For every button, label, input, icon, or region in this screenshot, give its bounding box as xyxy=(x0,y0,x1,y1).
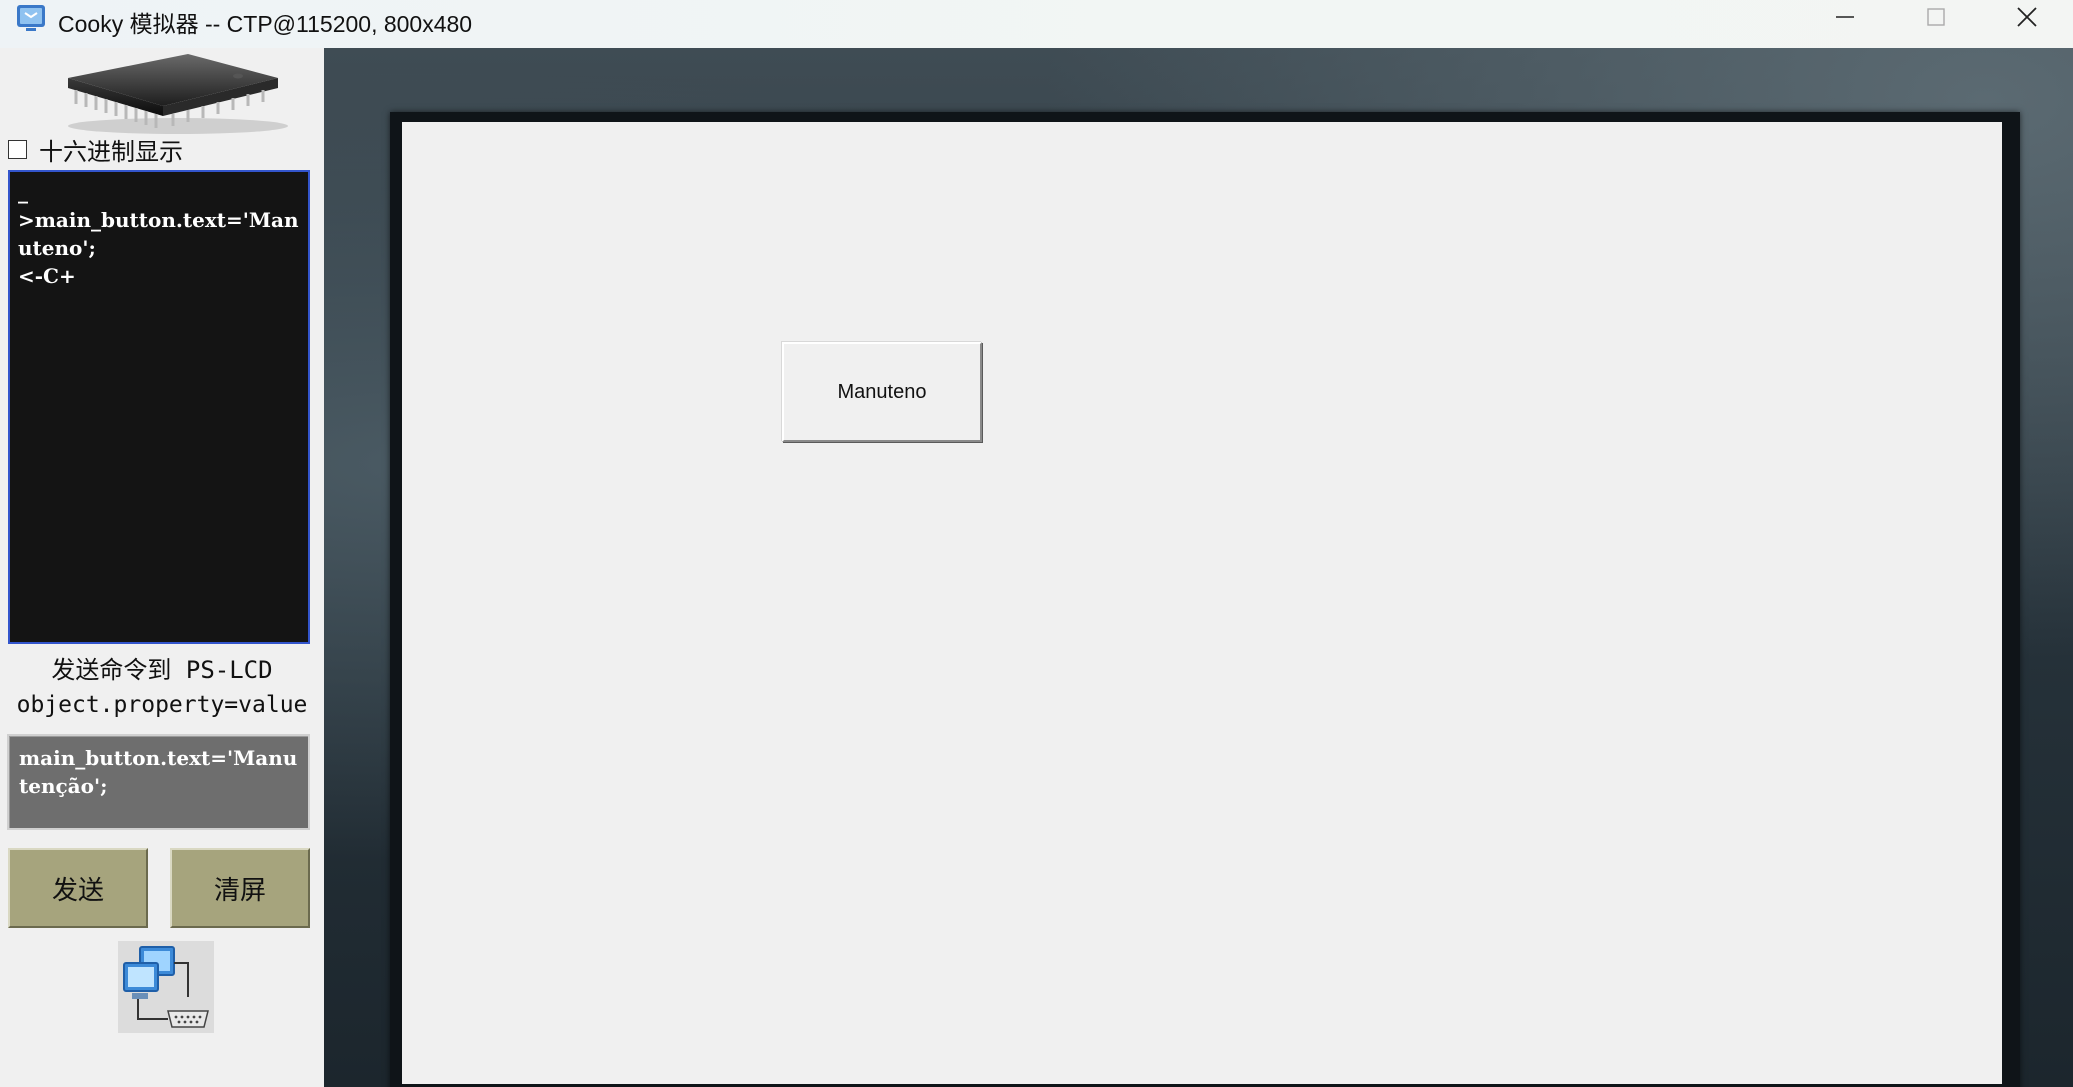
hex-display-checkbox[interactable] xyxy=(8,139,27,159)
syntax-hint: object.property=value xyxy=(16,692,308,718)
send-button[interactable]: 发送 xyxy=(8,848,148,928)
network-serial-connection-icon[interactable] xyxy=(118,941,214,1033)
maximize-icon xyxy=(1927,8,1945,26)
left-control-panel: 十六进制显示 _ >main_button.text='Manuteno'; <… xyxy=(0,48,324,1087)
minimize-button[interactable] xyxy=(1800,0,1890,34)
close-icon xyxy=(2017,7,2037,27)
window-title: Cooky 模拟器 -- CTP@115200, 800x480 xyxy=(58,11,473,37)
minimize-icon xyxy=(1836,16,1854,18)
hex-display-option[interactable]: 十六进制显示 xyxy=(8,134,183,166)
send-command-caption: 发送命令到 PS-LCD xyxy=(51,656,273,684)
title-bar: Cooky 模拟器 -- CTP@115200, 800x480 xyxy=(0,0,2073,48)
app-icon xyxy=(17,5,45,31)
hex-display-label: 十六进制显示 xyxy=(39,137,183,166)
main-button[interactable]: Manuteno xyxy=(782,342,982,442)
lcd-screen[interactable]: Manuteno xyxy=(402,122,2002,1084)
close-button[interactable] xyxy=(1982,0,2072,34)
clear-screen-button[interactable]: 清屏 xyxy=(170,848,310,928)
console-log[interactable]: _ >main_button.text='Manuteno'; <-C+ xyxy=(8,170,310,644)
microchip-icon xyxy=(68,54,288,134)
maximize-button[interactable] xyxy=(1891,0,1981,34)
simulator-area: Manuteno xyxy=(324,48,2073,1087)
command-input[interactable]: main_button.text='Manutenção'; xyxy=(7,734,310,830)
